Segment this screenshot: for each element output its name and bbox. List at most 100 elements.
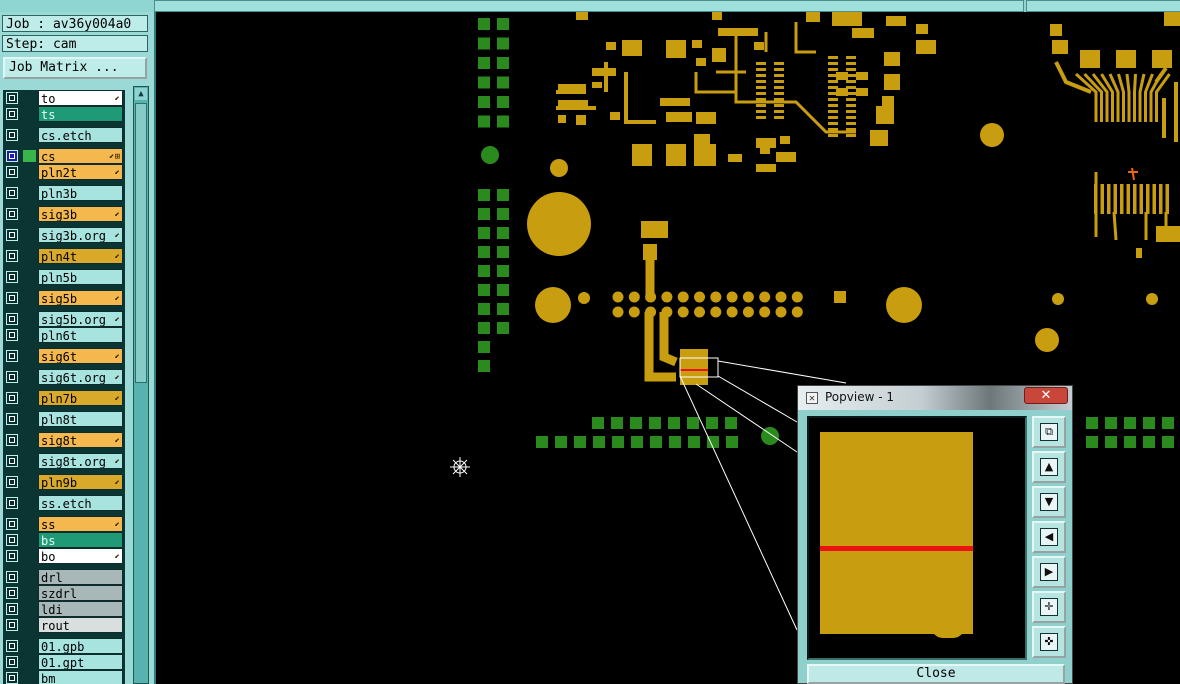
layer-display-toggle[interactable] [23, 455, 36, 467]
popview-canvas[interactable] [807, 416, 1027, 660]
layer-row-pln2t[interactable]: pln2t ⬋ [3, 164, 125, 180]
scroll-thumb[interactable] [135, 103, 147, 383]
layer-display-toggle[interactable] [23, 108, 36, 120]
layer-name-label[interactable]: sig8t.org ⬋ [38, 453, 123, 469]
layer-row-01-gpt[interactable]: 01.gpt [3, 654, 125, 670]
layer-row-sig3b-org[interactable]: sig3b.org ⬋ [3, 227, 125, 243]
layer-affected-checkbox[interactable] [6, 392, 18, 404]
layer-row-sig5b-org[interactable]: sig5b.org ⬋ [3, 311, 125, 327]
layer-display-toggle[interactable] [23, 518, 36, 530]
zoom-in-tool[interactable]: ✛ [1032, 591, 1066, 623]
layer-affected-checkbox[interactable] [6, 413, 18, 425]
layer-row-pln4t[interactable]: pln4t ⬋ [3, 248, 125, 264]
fit-view-tool[interactable]: ⧉ [1032, 416, 1066, 448]
layer-row-bs[interactable]: bs [3, 532, 125, 548]
layer-name-label[interactable]: szdrl [38, 585, 123, 601]
layer-display-toggle[interactable] [23, 329, 36, 341]
layer-name-label[interactable]: to ⬋ [38, 90, 123, 106]
layer-display-toggle[interactable] [23, 434, 36, 446]
layer-name-label[interactable]: sig5b ⬋ [38, 290, 123, 306]
layer-display-toggle[interactable] [23, 603, 36, 615]
layer-row-rout[interactable]: rout [3, 617, 125, 633]
layer-name-label[interactable]: pln6t [38, 327, 123, 343]
layer-display-toggle[interactable] [23, 313, 36, 325]
layer-display-toggle[interactable] [23, 640, 36, 652]
layer-row-pln3b[interactable]: pln3b [3, 185, 125, 201]
layer-name-label[interactable]: pln5b [38, 269, 123, 285]
layer-name-label[interactable]: pln9b ⬋ [38, 474, 123, 490]
layer-affected-checkbox[interactable] [6, 166, 18, 178]
layer-affected-checkbox[interactable] [6, 292, 18, 304]
layer-name-label[interactable]: sig8t ⬋ [38, 432, 123, 448]
layer-display-toggle[interactable] [23, 587, 36, 599]
layer-display-toggle[interactable] [23, 550, 36, 562]
layer-row-sig8t-org[interactable]: sig8t.org ⬋ [3, 453, 125, 469]
layer-affected-checkbox[interactable] [6, 434, 18, 446]
layer-name-label[interactable]: pln4t ⬋ [38, 248, 123, 264]
layer-name-label[interactable]: ss.etch [38, 495, 123, 511]
layer-affected-checkbox[interactable] [6, 518, 18, 530]
layer-affected-checkbox[interactable] [6, 619, 18, 631]
pan-right-tool[interactable]: ▶ [1032, 556, 1066, 588]
layer-display-toggle[interactable] [23, 250, 36, 262]
layer-row-sig3b[interactable]: sig3b ⬋ [3, 206, 125, 222]
layer-display-toggle[interactable] [23, 229, 36, 241]
layer-affected-checkbox[interactable] [6, 129, 18, 141]
layer-affected-checkbox[interactable] [6, 250, 18, 262]
layer-affected-checkbox[interactable] [6, 534, 18, 546]
layer-display-toggle[interactable] [23, 92, 36, 104]
layer-name-label[interactable]: sig6t.org ⬋ [38, 369, 123, 385]
layer-display-toggle[interactable] [23, 392, 36, 404]
layer-name-label[interactable]: ldi [38, 601, 123, 617]
scroll-up-icon[interactable]: ▲ [135, 88, 147, 100]
pan-down-tool[interactable]: ▼ [1032, 486, 1066, 518]
layer-affected-checkbox[interactable] [6, 108, 18, 120]
layer-row-sig5b[interactable]: sig5b ⬋ [3, 290, 125, 306]
layer-name-label[interactable]: pln2t ⬋ [38, 164, 123, 180]
layer-display-toggle[interactable] [23, 187, 36, 199]
layer-name-label[interactable]: 01.gpt [38, 654, 123, 670]
layer-row-pln5b[interactable]: pln5b [3, 269, 125, 285]
layer-display-toggle[interactable] [23, 271, 36, 283]
layer-affected-checkbox[interactable] [6, 271, 18, 283]
layer-display-toggle[interactable] [23, 672, 36, 684]
layer-display-toggle[interactable] [23, 292, 36, 304]
layer-name-label[interactable]: cs.etch [38, 127, 123, 143]
layer-name-label[interactable]: pln8t [38, 411, 123, 427]
layer-name-label[interactable]: ss ⬋ [38, 516, 123, 532]
layer-row-ss-etch[interactable]: ss.etch [3, 495, 125, 511]
layer-name-label[interactable]: pln7b ⬋ [38, 390, 123, 406]
layer-row-ss[interactable]: ss ⬋ [3, 516, 125, 532]
layer-row-sig6t-org[interactable]: sig6t.org ⬋ [3, 369, 125, 385]
popview-titlebar[interactable]: ✕ Popview - 1 ✕ [798, 386, 1072, 410]
layer-display-toggle[interactable] [23, 208, 36, 220]
layer-row-bm[interactable]: bm [3, 670, 125, 684]
layer-affected-checkbox[interactable] [6, 656, 18, 668]
layer-affected-checkbox[interactable] [6, 455, 18, 467]
window-menu-icon[interactable]: ✕ [806, 392, 818, 404]
layer-name-label[interactable]: sig3b.org ⬋ [38, 227, 123, 243]
layer-display-toggle[interactable] [23, 413, 36, 425]
layer-row-to[interactable]: to ⬋ [3, 90, 125, 106]
layer-display-toggle[interactable] [23, 150, 36, 162]
layer-name-label[interactable]: cs ⬋⊞ [38, 148, 123, 164]
layer-display-toggle[interactable] [23, 166, 36, 178]
pan-up-tool[interactable]: ▲ [1032, 451, 1066, 483]
layer-affected-checkbox[interactable] [6, 92, 18, 104]
layer-display-toggle[interactable] [23, 571, 36, 583]
layer-display-toggle[interactable] [23, 371, 36, 383]
layer-name-label[interactable]: sig6t ⬋ [38, 348, 123, 364]
popview-close-button[interactable]: Close [807, 664, 1065, 684]
layer-affected-checkbox[interactable] [6, 150, 18, 162]
layer-name-label[interactable]: 01.gpb [38, 638, 123, 654]
layer-display-toggle[interactable] [23, 619, 36, 631]
layer-row-cs[interactable]: cs ⬋⊞ [3, 148, 125, 164]
layer-name-label[interactable]: sig3b ⬋ [38, 206, 123, 222]
layer-display-toggle[interactable] [23, 656, 36, 668]
layer-name-label[interactable]: bo ⬋ [38, 548, 123, 564]
layer-affected-checkbox[interactable] [6, 672, 18, 684]
layer-affected-checkbox[interactable] [6, 497, 18, 509]
layer-affected-checkbox[interactable] [6, 571, 18, 583]
zoom-out-tool[interactable]: ✜ [1032, 626, 1066, 658]
layer-row-01-gpb[interactable]: 01.gpb [3, 638, 125, 654]
